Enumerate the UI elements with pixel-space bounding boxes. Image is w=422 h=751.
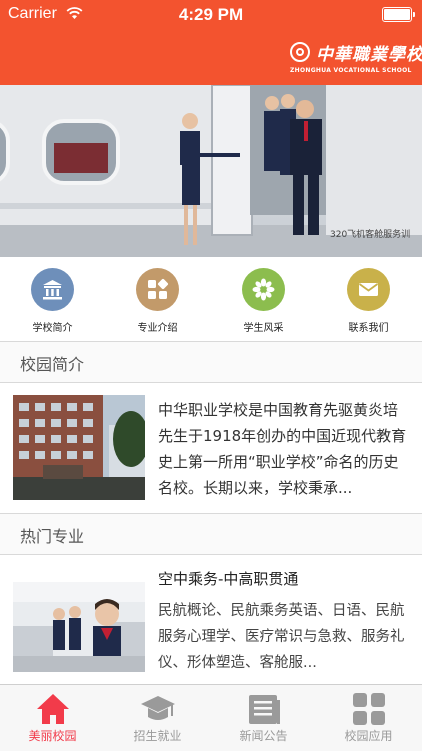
tab-bar: 美丽校园 招生就业 新闻公告 校园应用 — [0, 684, 422, 751]
quick-link-school-intro[interactable]: 学校简介 — [0, 257, 105, 341]
tab-admissions[interactable]: 招生就业 — [105, 685, 210, 751]
building-icon — [31, 268, 74, 311]
campus-intro-card[interactable]: 中华职业学校是中国教育先驱黄炎培先生于1918年创办的中国近现代教育史上第一所用… — [0, 383, 422, 513]
quick-link-contact[interactable]: 联系我们 — [316, 257, 421, 341]
quick-link-label: 专业介绍 — [137, 323, 178, 334]
quick-link-majors[interactable]: 专业介绍 — [105, 257, 210, 341]
major-description: 民航概论、民航乘务英语、日语、民航服务心理学、医疗常识与急救、服务礼仪、形体塑造… — [158, 603, 405, 671]
newspaper-icon — [249, 695, 280, 724]
logo-text-en: ZHONGHUA VOCATIONAL SCHOOL — [290, 67, 412, 74]
header-bar: 中華職業學校 ZHONGHUA VOCATIONAL SCHOOL — [0, 28, 422, 85]
home-icon — [37, 694, 69, 724]
grid-icon — [136, 268, 179, 311]
section-title: 校园简介 — [20, 355, 85, 374]
quick-link-label: 学校简介 — [32, 323, 73, 334]
flight-attendant-photo — [13, 582, 145, 672]
popular-majors-header: 热门专业 — [0, 513, 422, 555]
school-logo: 中華職業學校 ZHONGHUA VOCATIONAL SCHOOL — [290, 40, 422, 76]
tab-news[interactable]: 新闻公告 — [211, 685, 316, 751]
clock: 4:29 PM — [178, 5, 244, 24]
banner-sign: 320飞机客舱服务训 — [330, 228, 410, 240]
logo-text-cn: 中華職業學校 — [316, 45, 422, 65]
tab-label: 新闻公告 — [239, 729, 288, 743]
major-title: 空中乘务-中高职贯通 — [158, 570, 299, 588]
campus-intro-text: 中华职业学校是中国教育先驱黄炎培先生于1918年创办的中国近现代教育史上第一所用… — [158, 401, 407, 497]
school-seal-icon — [290, 42, 310, 62]
status-bar: Carrier 4:29 PM — [0, 0, 422, 28]
tab-beautiful-campus[interactable]: 美丽校园 — [0, 685, 105, 751]
quick-links: 学校简介 专业介绍 学生风采 联系我们 — [0, 257, 422, 341]
quick-link-label: 联系我们 — [348, 323, 389, 334]
quick-link-student-style[interactable]: 学生风采 — [211, 257, 316, 341]
banner-carousel[interactable]: 320飞机客舱服务训 — [0, 85, 422, 257]
tab-label: 校园应用 — [344, 729, 393, 743]
battery-icon — [382, 7, 415, 22]
apps-grid-icon — [353, 693, 385, 725]
airplane-cabin-photo: 320飞机客舱服务训 — [0, 85, 422, 257]
flower-icon — [242, 268, 285, 311]
tab-label: 美丽校园 — [28, 729, 77, 743]
tab-campus-apps[interactable]: 校园应用 — [316, 685, 421, 751]
campus-intro-header: 校园简介 — [0, 341, 422, 383]
quick-link-label: 学生风采 — [243, 323, 284, 334]
section-title: 热门专业 — [20, 527, 85, 546]
mail-icon — [347, 268, 390, 311]
campus-building-photo — [13, 395, 145, 500]
tab-label: 招生就业 — [133, 729, 182, 743]
major-list-item[interactable]: 空中乘务-中高职贯通 民航概论、民航乘务英语、日语、民航服务心理学、医疗常识与急… — [0, 554, 422, 684]
graduation-cap-icon — [141, 696, 175, 720]
